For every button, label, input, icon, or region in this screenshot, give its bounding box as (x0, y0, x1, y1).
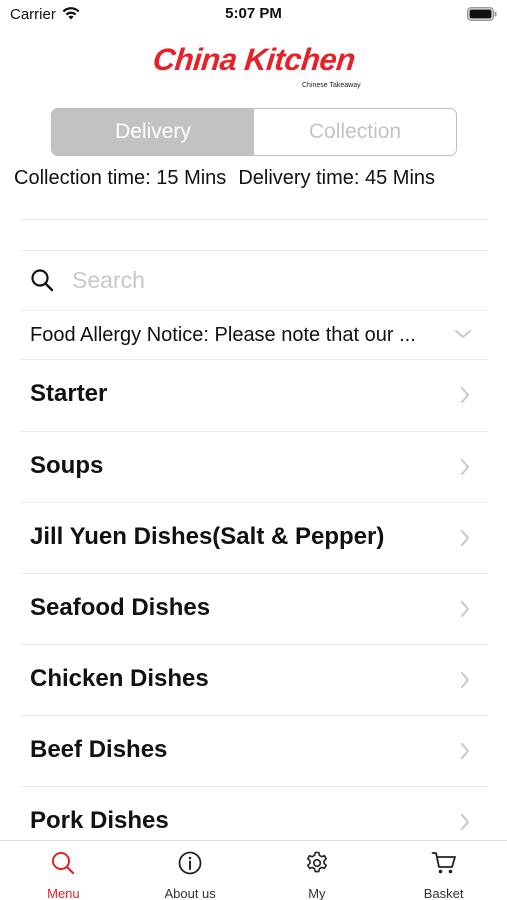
divider (20, 219, 488, 220)
category-item-seafood-dishes[interactable]: Seafood Dishes (20, 573, 488, 644)
chevron-right-icon (461, 814, 469, 830)
logo-subtitle: Chinese Takeaway (302, 82, 361, 89)
chevron-right-icon (461, 459, 469, 475)
category-label: Jill Yuen Dishes(Salt & Pepper) (30, 523, 385, 550)
category-label: Chicken Dishes (30, 665, 209, 692)
battery-icon (467, 7, 497, 21)
chevron-down-icon[interactable] (454, 328, 472, 340)
allergy-notice[interactable]: Food Allergy Notice: Please note that ou… (20, 311, 488, 359)
logo-title: China Kitchen (150, 42, 357, 77)
chevron-right-icon (461, 530, 469, 546)
chevron-right-icon (461, 672, 469, 688)
status-time: 5:07 PM (225, 5, 282, 22)
order-mode-segmented-control: Delivery Collection (51, 108, 457, 156)
bottom-tab-bar: Menu About us My Basket (0, 840, 507, 900)
category-item-soups[interactable]: Soups (20, 431, 488, 502)
cart-icon (431, 852, 456, 874)
category-list: Starter Soups Jill Yuen Dishes(Salt & Pe… (20, 360, 488, 857)
category-label: Soups (30, 452, 104, 479)
chevron-right-icon (461, 387, 469, 403)
category-item-beef-dishes[interactable]: Beef Dishes (20, 715, 488, 786)
category-item-jill-yuen-dishes[interactable]: Jill Yuen Dishes(Salt & Pepper) (20, 502, 488, 573)
category-label: Seafood Dishes (30, 594, 211, 621)
category-item-starter[interactable]: Starter (20, 360, 488, 431)
tab-my[interactable]: My (254, 841, 381, 900)
search-bar (20, 251, 488, 309)
allergy-notice-text: Food Allergy Notice: Please note that ou… (30, 324, 416, 346)
gear-icon (306, 851, 327, 873)
status-bar: Carrier 5:07 PM (0, 0, 507, 30)
chevron-right-icon (461, 601, 469, 617)
tab-label: Menu (47, 886, 80, 900)
info-icon (178, 851, 202, 875)
search-input[interactable] (72, 263, 472, 297)
search-icon (52, 852, 75, 875)
search-icon (31, 269, 54, 292)
category-label: Beef Dishes (30, 736, 168, 763)
tab-label: My (308, 886, 326, 900)
tab-label: Basket (423, 886, 464, 900)
category-item-chicken-dishes[interactable]: Chicken Dishes (20, 644, 488, 715)
delivery-tab[interactable]: Delivery (52, 109, 254, 155)
delivery-time: Delivery time: 45 Mins (238, 167, 436, 189)
collection-time: Collection time: 15 Mins (14, 167, 227, 189)
tab-about-us[interactable]: About us (127, 841, 254, 900)
tab-basket[interactable]: Basket (380, 841, 507, 900)
chevron-right-icon (461, 743, 469, 759)
category-label: Starter (30, 380, 108, 407)
brand-logo: China Kitchen Chinese Takeaway (0, 42, 507, 89)
category-label: Pork Dishes (30, 807, 169, 834)
tab-label: About us (164, 886, 216, 900)
tab-menu[interactable]: Menu (0, 841, 127, 900)
collection-tab[interactable]: Collection (254, 109, 456, 155)
time-info: Collection time: 15 Mins Delivery time: 4… (14, 167, 494, 190)
